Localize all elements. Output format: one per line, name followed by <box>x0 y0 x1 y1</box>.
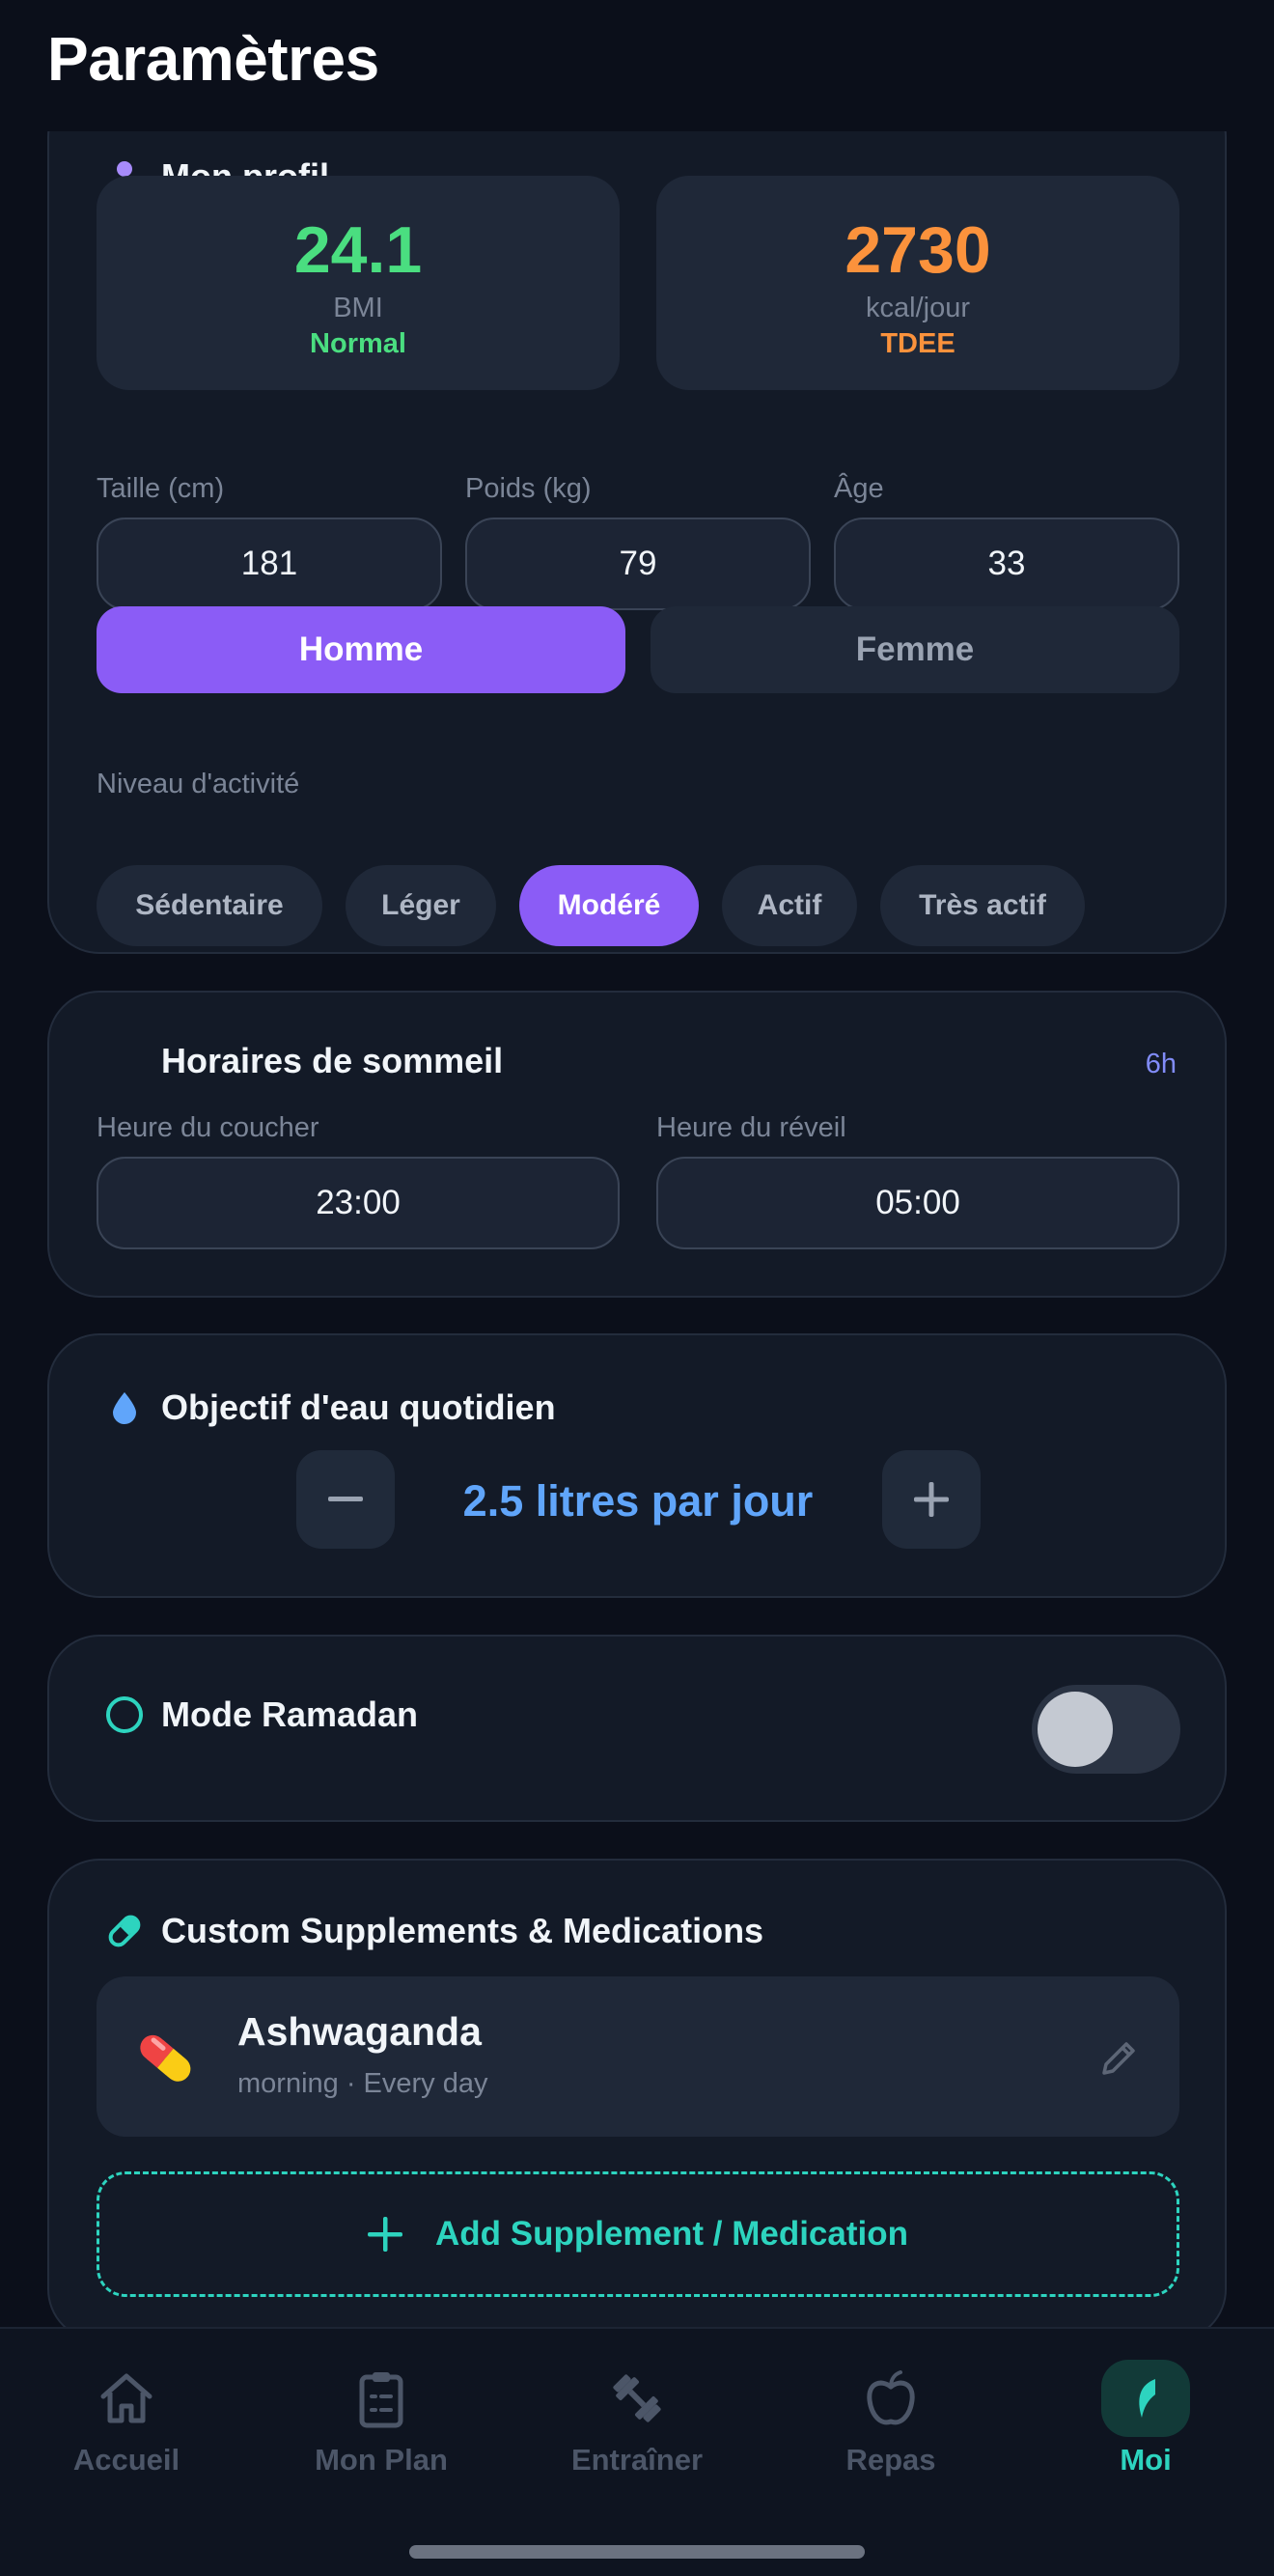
gender-female-button[interactable]: Femme <box>651 606 1179 693</box>
app-header: Paramètres <box>0 0 1274 131</box>
apple-icon <box>867 2370 915 2425</box>
activity-label: Niveau d'activité <box>97 769 300 799</box>
activity-light-chip[interactable]: Léger <box>346 865 496 946</box>
dumbbell-icon <box>613 2374 661 2422</box>
supplements-card: Custom Supplements & Medications Ashwaga… <box>47 1859 1227 2341</box>
ramadan-card-title: Mode Ramadan <box>105 1694 418 1735</box>
bmi-value: 24.1 <box>293 213 423 287</box>
sleep-duration: 6h <box>1145 1049 1177 1079</box>
tab-moi-label: Moi <box>1120 2443 1172 2477</box>
bmi-status: Normal <box>310 328 406 359</box>
tab-entrainer[interactable]: Entraîner <box>540 2367 734 2493</box>
activity-moderate-chip[interactable]: Modéré <box>519 865 699 946</box>
supplement-name: Ashwaganda <box>237 2009 482 2054</box>
plus-icon <box>914 1482 949 1517</box>
leaf-icon <box>1139 2379 1155 2418</box>
tab-moi[interactable]: Moi <box>1049 2360 1242 2493</box>
water-drop-icon <box>105 1388 144 1427</box>
age-input[interactable]: 33 <box>834 518 1179 610</box>
toggle-knob <box>1038 1692 1113 1767</box>
supplements-card-title: Custom Supplements & Medications <box>105 1911 763 1951</box>
water-increase-button[interactable] <box>882 1450 981 1549</box>
home-icon <box>100 2373 152 2423</box>
bedtime-label: Heure du coucher <box>97 1112 319 1143</box>
water-card-title: Objectif d'eau quotidien <box>105 1387 556 1428</box>
weight-input[interactable]: 79 <box>465 518 811 610</box>
supplement-list-item[interactable]: Ashwaganda morning · Every day <box>97 1976 1179 2137</box>
add-supplement-button[interactable]: Add Supplement / Medication <box>97 2171 1179 2297</box>
tdee-value: 2730 <box>845 213 991 287</box>
supplement-schedule: morning · Every day <box>237 2068 488 2099</box>
profile-card: Mon profil 24.1 BMI Normal 2730 kcal/jou… <box>47 85 1227 954</box>
ramadan-toggle[interactable] <box>1032 1685 1180 1774</box>
height-label: Taille (cm) <box>97 473 225 504</box>
sleep-card: Horaires de sommeil 6h Heure du coucher … <box>47 991 1227 1298</box>
minus-icon <box>328 1497 363 1501</box>
page-title: Paramètres <box>47 24 379 94</box>
height-input[interactable]: 181 <box>97 518 442 610</box>
tab-moi-active-pill <box>1101 2360 1190 2437</box>
wake-label: Heure du réveil <box>656 1112 846 1143</box>
activity-very-active-chip[interactable]: Très actif <box>880 865 1085 946</box>
tab-repas-label: Repas <box>845 2443 936 2477</box>
sleep-card-title: Horaires de sommeil <box>105 1041 503 1081</box>
bottom-tab-bar: Accueil Mon Plan Entraîner Repas Moi <box>0 2327 1274 2576</box>
tab-entrainer-label: Entraîner <box>570 2443 704 2477</box>
tab-accueil-label: Accueil <box>72 2443 180 2477</box>
pill-icon <box>105 1912 144 1950</box>
bmi-stat: 24.1 BMI Normal <box>97 176 620 390</box>
tdee-unit: kcal/jour <box>866 293 970 323</box>
water-goal-value: 2.5 litres par jour <box>462 1476 814 1526</box>
tab-mon-plan-label: Mon Plan <box>315 2443 448 2477</box>
moon-icon <box>105 1042 144 1080</box>
activity-sedentary-chip[interactable]: Sédentaire <box>97 865 322 946</box>
ramadan-card: Mode Ramadan <box>47 1635 1227 1822</box>
home-indicator <box>409 2545 865 2559</box>
water-decrease-button[interactable] <box>296 1450 395 1549</box>
water-card: Objectif d'eau quotidien 2.5 litres par … <box>47 1333 1227 1598</box>
tdee-stat: 2730 kcal/jour TDEE <box>656 176 1179 390</box>
tab-mon-plan[interactable]: Mon Plan <box>285 2367 478 2493</box>
tab-repas[interactable]: Repas <box>794 2367 987 2493</box>
activity-active-chip[interactable]: Actif <box>722 865 857 946</box>
edit-icon[interactable] <box>1098 2036 1141 2079</box>
gender-male-button[interactable]: Homme <box>97 606 625 693</box>
bmi-unit: BMI <box>333 293 383 323</box>
circle-icon <box>105 1695 144 1734</box>
clipboard-icon <box>359 2372 403 2428</box>
plus-icon <box>367 2217 402 2252</box>
tab-accueil[interactable]: Accueil <box>30 2367 223 2493</box>
weight-label: Poids (kg) <box>465 473 592 504</box>
add-supplement-label: Add Supplement / Medication <box>434 2215 909 2253</box>
wake-input[interactable]: 05:00 <box>656 1157 1179 1249</box>
capsule-icon <box>133 2025 199 2090</box>
tdee-label: TDEE <box>880 328 956 359</box>
bedtime-input[interactable]: 23:00 <box>97 1157 620 1249</box>
age-label: Âge <box>834 473 884 504</box>
